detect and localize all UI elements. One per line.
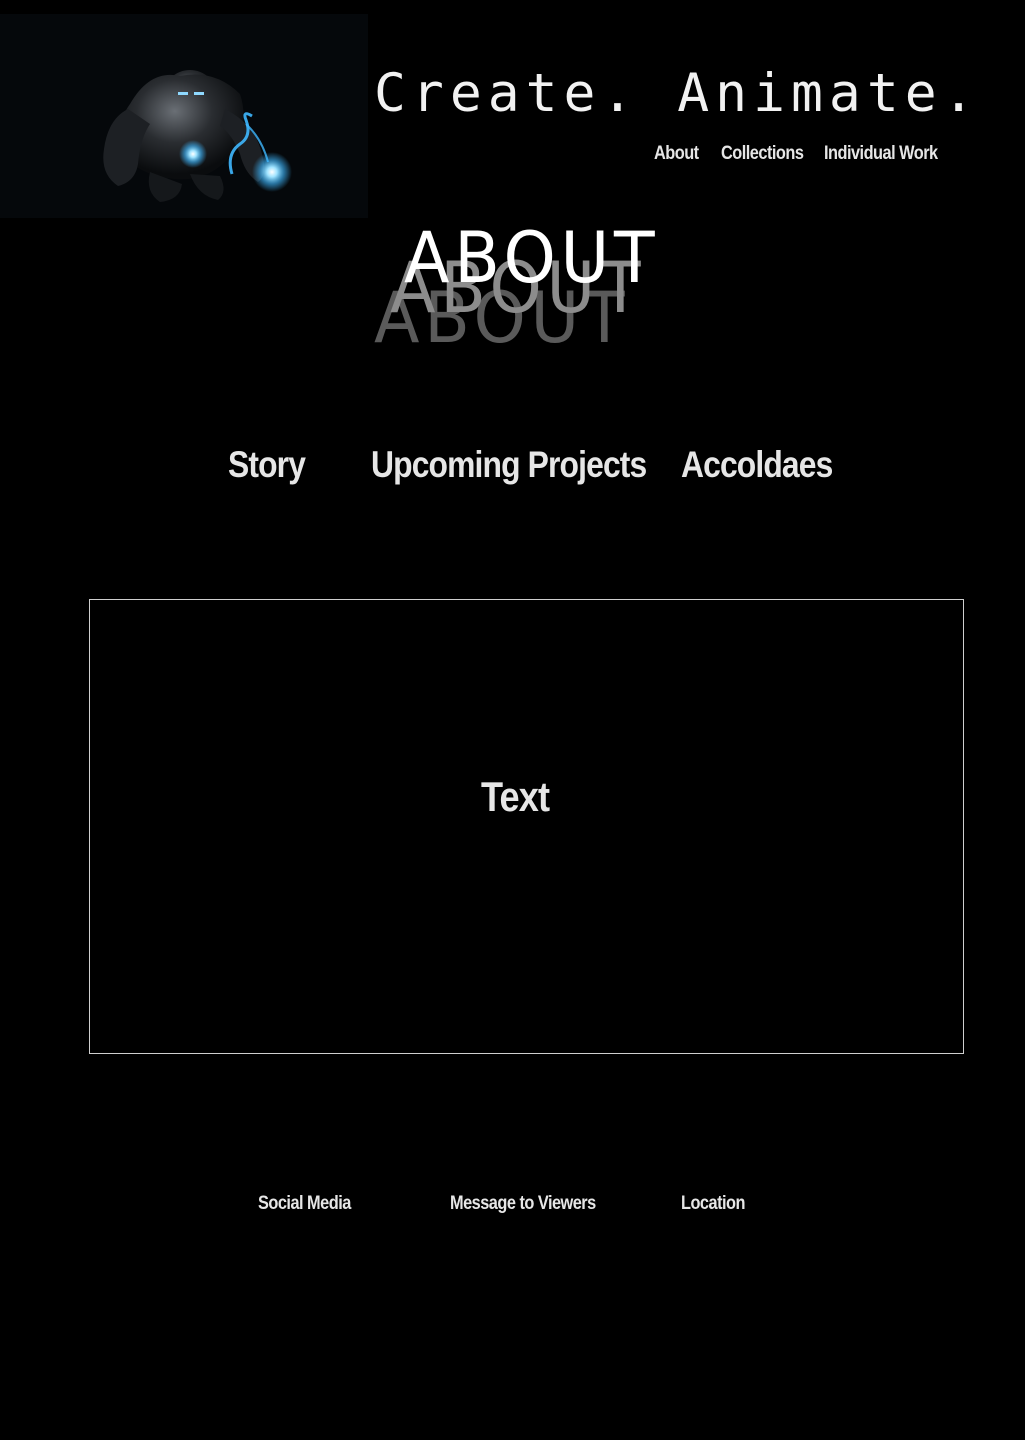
content-panel: Text — [89, 599, 964, 1054]
page-title: ABOUT ABOUT ABOUT — [370, 218, 670, 358]
tab-accolades[interactable]: Accoldaes — [681, 444, 833, 486]
nav-individual-work-link[interactable]: Individual Work — [824, 142, 938, 166]
top-navigation: About Collections Individual Work — [640, 142, 970, 168]
hero-notch — [330, 0, 368, 14]
nav-about-link[interactable]: About — [654, 142, 699, 166]
tab-story[interactable]: Story — [228, 444, 306, 486]
content-placeholder-text: Text — [481, 773, 550, 820]
hero-image — [0, 14, 368, 218]
page-title-front: ABOUT — [404, 217, 660, 299]
nav-collections-link[interactable]: Collections — [721, 142, 804, 166]
site-tagline: Create. Animate. — [374, 63, 981, 124]
footer-social-media-link[interactable]: Social Media — [258, 1193, 351, 1215]
footer-message-link[interactable]: Message to Viewers — [450, 1193, 596, 1215]
footer-location-link[interactable]: Location — [681, 1193, 745, 1215]
tab-upcoming-projects[interactable]: Upcoming Projects — [371, 444, 647, 486]
